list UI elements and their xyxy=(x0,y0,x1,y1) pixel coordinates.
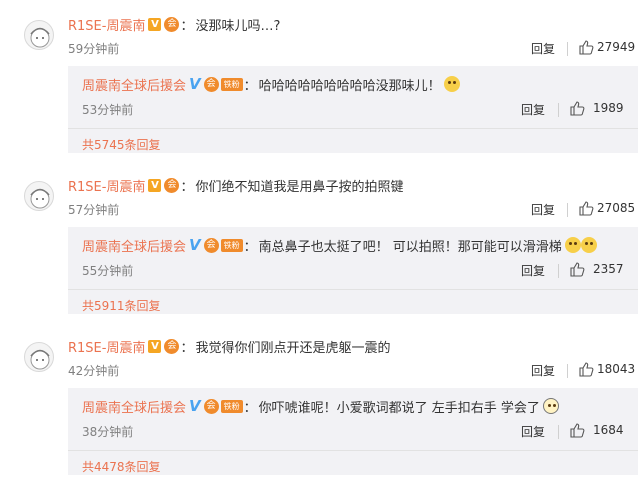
sub-reply-header: 周震南全球后援会 V 会 铁粉 ： 南总鼻子也太挺了吧！ 可以拍照！那可能可以滑… xyxy=(82,235,597,255)
avatar[interactable] xyxy=(24,342,54,372)
screaming-face-icon xyxy=(564,237,581,253)
vip-medal-icon: 会 xyxy=(203,76,219,92)
comment-header: R1SE-周震南 V 会 ： 我觉得你们刚点开还是虎躯一震的 xyxy=(68,336,391,356)
comment-time: 57分钟前 xyxy=(68,203,120,217)
thinking-face-icon xyxy=(443,76,460,92)
sub-reply-text: 哈哈哈哈哈哈哈哈哈没那味儿！ xyxy=(258,78,441,94)
colon: ： xyxy=(180,18,194,34)
avatar-cartoon-icon xyxy=(30,349,50,370)
divider xyxy=(567,203,568,217)
thumbs-up-icon[interactable] xyxy=(578,361,594,377)
like-count: 27949 xyxy=(597,40,636,54)
divider xyxy=(68,289,638,290)
more-replies-link[interactable]: 共5745条回复 xyxy=(82,136,161,153)
comment-item: R1SE-周震南 V 会 ： 没那味儿吗…? 59分钟前 回复 27949 周震… xyxy=(0,0,640,160)
username-link[interactable]: 周震南全球后援会 xyxy=(82,75,186,94)
like-count: 2357 xyxy=(593,262,624,276)
comment-time: 42分钟前 xyxy=(68,364,120,378)
sub-reply-text: 你吓唬谁呢！小爱歌词都说了 左手扣右手 学会了 xyxy=(258,400,540,416)
like-count: 1989 xyxy=(593,101,624,115)
reply-button[interactable]: 回复 xyxy=(521,262,545,279)
like-count: 1684 xyxy=(593,423,624,437)
colon: ： xyxy=(243,400,257,416)
thumbs-up-icon[interactable] xyxy=(569,100,585,116)
thumbs-up-icon[interactable] xyxy=(578,39,594,55)
sub-reply-time: 55分钟前 xyxy=(82,264,134,278)
vip-medal-icon: 会 xyxy=(164,177,180,193)
sub-reply-time: 53分钟前 xyxy=(82,103,134,117)
thumbs-up-icon[interactable] xyxy=(569,261,585,277)
divider xyxy=(567,42,568,56)
vip-medal-icon: 会 xyxy=(164,16,180,32)
reply-button[interactable]: 回复 xyxy=(521,423,545,440)
more-replies-link[interactable]: 共4478条回复 xyxy=(82,458,161,475)
thumbs-up-icon[interactable] xyxy=(578,200,594,216)
fan-badge: 铁粉 xyxy=(220,399,243,413)
reply-button[interactable]: 回复 xyxy=(531,201,555,218)
comment-header: R1SE-周震南 V 会 ： 你们绝不知道我是用鼻子按的拍照键 xyxy=(68,175,404,195)
more-replies-link[interactable]: 共5911条回复 xyxy=(82,297,161,314)
verified-v-icon: V xyxy=(189,74,201,93)
divider xyxy=(567,364,568,378)
divider xyxy=(558,103,559,117)
reply-button[interactable]: 回复 xyxy=(521,101,545,118)
vip-medal-icon: 会 xyxy=(203,237,219,253)
username-link[interactable]: R1SE-周震南 xyxy=(68,176,145,195)
colon: ： xyxy=(243,78,257,94)
avatar[interactable] xyxy=(24,20,54,50)
comment-item: R1SE-周震南 V 会 ： 你们绝不知道我是用鼻子按的拍照键 57分钟前 回复… xyxy=(0,161,640,321)
divider xyxy=(558,264,559,278)
username-link[interactable]: 周震南全球后援会 xyxy=(82,397,186,416)
vip-medal-icon: 会 xyxy=(164,338,180,354)
comment-text: 没那味儿吗…? xyxy=(195,18,281,34)
verified-v-icon: V xyxy=(148,17,162,31)
glasses-face-icon xyxy=(542,398,559,414)
sub-reply-header: 周震南全球后援会 V 会 铁粉 ： 哈哈哈哈哈哈哈哈哈没那味儿！ xyxy=(82,74,460,94)
avatar[interactable] xyxy=(24,181,54,211)
avatar-cartoon-icon xyxy=(30,27,50,48)
like-count: 18043 xyxy=(597,362,636,376)
sub-reply-box: 周震南全球后援会 V 会 铁粉 ： 哈哈哈哈哈哈哈哈哈没那味儿！ 53分钟前 回… xyxy=(68,66,638,153)
username-link[interactable]: R1SE-周震南 xyxy=(68,15,145,34)
sub-reply-box: 周震南全球后援会 V 会 铁粉 ： 你吓唬谁呢！小爱歌词都说了 左手扣右手 学会… xyxy=(68,388,638,475)
comment-text: 我觉得你们刚点开还是虎躯一震的 xyxy=(195,340,391,356)
sub-reply-time: 38分钟前 xyxy=(82,425,134,439)
colon: ： xyxy=(243,239,257,255)
colon: ： xyxy=(180,340,194,356)
username-link[interactable]: 周震南全球后援会 xyxy=(82,236,186,255)
verified-v-icon: V xyxy=(189,396,201,415)
fan-badge: 铁粉 xyxy=(220,238,243,252)
comment-item: R1SE-周震南 V 会 ： 我觉得你们刚点开还是虎躯一震的 42分钟前 回复 … xyxy=(0,322,640,482)
divider xyxy=(68,128,638,129)
username-link[interactable]: R1SE-周震南 xyxy=(68,337,145,356)
screaming-face-icon xyxy=(580,237,597,253)
sub-reply-header: 周震南全球后援会 V 会 铁粉 ： 你吓唬谁呢！小爱歌词都说了 左手扣右手 学会… xyxy=(82,396,559,416)
verified-v-icon: V xyxy=(148,178,162,192)
comment-text: 你们绝不知道我是用鼻子按的拍照键 xyxy=(195,179,404,195)
comment-time: 59分钟前 xyxy=(68,42,120,56)
avatar-cartoon-icon xyxy=(30,188,50,209)
thumbs-up-icon[interactable] xyxy=(569,422,585,438)
comment-header: R1SE-周震南 V 会 ： 没那味儿吗…? xyxy=(68,14,280,34)
sub-reply-box: 周震南全球后援会 V 会 铁粉 ： 南总鼻子也太挺了吧！ 可以拍照！那可能可以滑… xyxy=(68,227,638,314)
sub-reply-text: 南总鼻子也太挺了吧！ 可以拍照！那可能可以滑滑梯 xyxy=(258,239,562,255)
verified-v-icon: V xyxy=(189,235,201,254)
fan-badge: 铁粉 xyxy=(220,77,243,91)
divider xyxy=(558,425,559,439)
reply-button[interactable]: 回复 xyxy=(531,40,555,57)
divider xyxy=(68,450,638,451)
like-count: 27085 xyxy=(597,201,636,215)
vip-medal-icon: 会 xyxy=(203,398,219,414)
reply-button[interactable]: 回复 xyxy=(531,362,555,379)
colon: ： xyxy=(180,179,194,195)
verified-v-icon: V xyxy=(148,339,162,353)
